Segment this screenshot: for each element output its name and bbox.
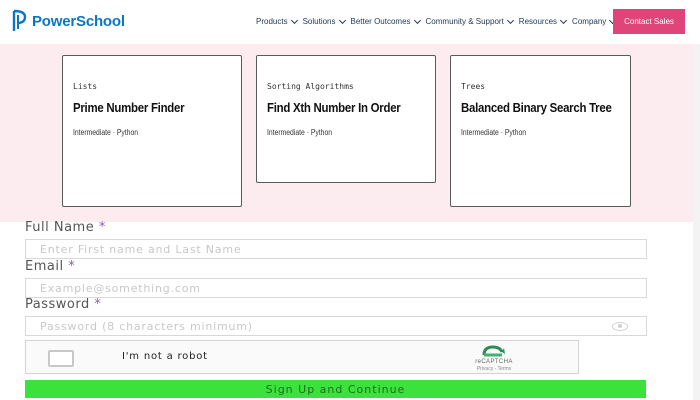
nav-label: Solutions bbox=[302, 17, 336, 26]
card-category: Sorting Algorithms bbox=[267, 82, 354, 91]
nav-company[interactable]: Company bbox=[572, 16, 617, 26]
label-text: Email bbox=[25, 259, 64, 274]
email-label: Email * bbox=[25, 259, 75, 274]
required-marker: * bbox=[94, 297, 102, 312]
powerschool-logo-icon bbox=[12, 9, 27, 31]
chevron-down-icon bbox=[290, 16, 298, 25]
email-input[interactable] bbox=[26, 279, 646, 298]
course-card[interactable]: Trees Balanced Binary Search Tree Interm… bbox=[450, 55, 631, 207]
chevron-down-icon bbox=[560, 16, 568, 25]
signup-button[interactable]: Sign Up and Continue bbox=[25, 380, 646, 398]
password-input[interactable] bbox=[26, 317, 646, 336]
recaptcha-brand: reCAPTCHA bbox=[475, 359, 513, 365]
nav-label: Resources bbox=[518, 17, 558, 26]
full-name-field[interactable] bbox=[25, 239, 647, 259]
course-card[interactable]: Sorting Algorithms Find Xth Number In Or… bbox=[256, 55, 436, 183]
required-marker: * bbox=[98, 220, 106, 235]
password-label: Password * bbox=[25, 297, 101, 312]
brand-logo[interactable]: PowerSchool bbox=[12, 9, 125, 33]
card-meta: Intermediate · Python bbox=[73, 128, 139, 137]
password-field[interactable] bbox=[25, 316, 647, 336]
card-category: Trees bbox=[461, 82, 486, 91]
required-marker: * bbox=[68, 259, 76, 274]
card-title: Find Xth Number In Order bbox=[267, 100, 401, 115]
recaptcha-icon bbox=[482, 345, 505, 357]
recaptcha-links[interactable]: Privacy - Terms bbox=[464, 366, 524, 372]
contact-sales-button[interactable]: Contact Sales bbox=[613, 9, 685, 34]
main-nav: Products Solutions Better Outcomes Commu… bbox=[256, 16, 617, 26]
full-name-label: Full Name * bbox=[25, 220, 106, 235]
nav-label: Community & Support bbox=[425, 17, 504, 26]
brand-name: PowerSchool bbox=[32, 12, 125, 30]
nav-label: Products bbox=[256, 17, 288, 26]
card-category: Lists bbox=[73, 82, 98, 91]
site-header: PowerSchool Products Solutions Better Ou… bbox=[0, 0, 700, 44]
signup-form: Full Name * Email * Password * I'm not a… bbox=[0, 220, 700, 400]
card-meta: Intermediate · Python bbox=[461, 128, 527, 137]
nav-products[interactable]: Products bbox=[256, 16, 298, 26]
chevron-down-icon bbox=[413, 16, 421, 25]
course-cards-section: Lists Prime Number Finder Intermediate ·… bbox=[0, 44, 700, 222]
card-title: Balanced Binary Search Tree bbox=[461, 100, 612, 115]
card-title: Prime Number Finder bbox=[73, 100, 185, 115]
full-name-input[interactable] bbox=[26, 240, 646, 259]
label-text: Full Name bbox=[25, 220, 95, 235]
nav-better-outcomes[interactable]: Better Outcomes bbox=[350, 16, 421, 26]
nav-label: Better Outcomes bbox=[350, 17, 411, 26]
nav-label: Company bbox=[572, 17, 607, 26]
nav-resources[interactable]: Resources bbox=[518, 16, 568, 26]
course-card[interactable]: Lists Prime Number Finder Intermediate ·… bbox=[62, 55, 242, 207]
card-meta: Intermediate · Python bbox=[267, 128, 333, 137]
nav-community-support[interactable]: Community & Support bbox=[425, 16, 514, 26]
label-text: Password bbox=[25, 297, 90, 312]
chevron-down-icon bbox=[338, 16, 346, 25]
chevron-down-icon bbox=[506, 16, 514, 25]
recaptcha-widget: I'm not a robot reCAPTCHA Privacy - Term… bbox=[25, 340, 579, 374]
recaptcha-checkbox[interactable] bbox=[48, 350, 74, 367]
eye-icon[interactable] bbox=[612, 322, 628, 331]
nav-solutions[interactable]: Solutions bbox=[302, 16, 346, 26]
email-field[interactable] bbox=[25, 278, 647, 298]
recaptcha-text: I'm not a robot bbox=[122, 351, 208, 362]
